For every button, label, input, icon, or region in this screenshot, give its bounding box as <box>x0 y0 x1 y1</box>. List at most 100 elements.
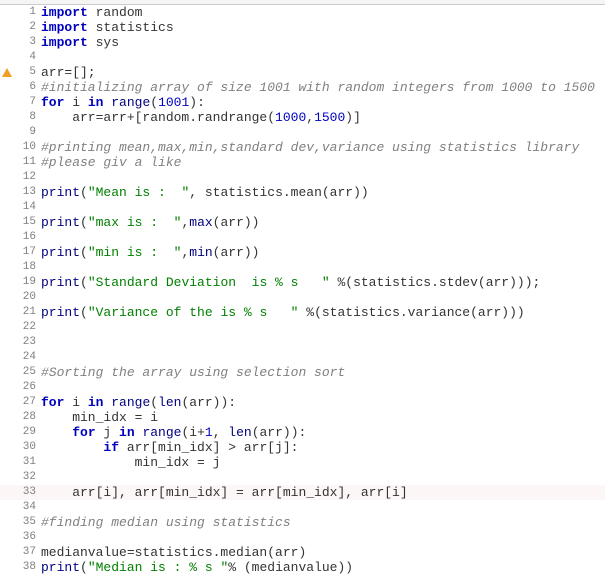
code-content[interactable]: arr=arr+[random.randrange(1000,1500)] <box>39 110 361 125</box>
code-line[interactable]: 33 arr[i], arr[min_idx] = arr[min_idx], … <box>0 485 605 500</box>
code-line[interactable]: 18 <box>0 260 605 275</box>
code-content[interactable] <box>39 350 41 365</box>
code-content[interactable]: for j in range(i+1, len(arr)): <box>39 425 306 440</box>
code-line[interactable]: 19print("Standard Deviation is % s " %(s… <box>0 275 605 290</box>
code-line[interactable]: 26 <box>0 380 605 395</box>
gutter-marker <box>0 350 14 365</box>
code-content[interactable]: print("Variance of the is % s " %(statis… <box>39 305 525 320</box>
code-line[interactable]: 15print("max is : ",max(arr)) <box>0 215 605 230</box>
line-number: 11 <box>14 155 39 170</box>
code-line[interactable]: 35#finding median using statistics <box>0 515 605 530</box>
gutter-marker <box>0 500 14 515</box>
code-line[interactable]: 5arr=[]; <box>0 65 605 80</box>
code-line[interactable]: 36 <box>0 530 605 545</box>
code-content[interactable]: print("Standard Deviation is % s " %(sta… <box>39 275 540 290</box>
code-line[interactable]: 25#Sorting the array using selection sor… <box>0 365 605 380</box>
code-content[interactable] <box>39 530 41 545</box>
code-content[interactable] <box>39 290 41 305</box>
gutter-marker <box>0 65 14 80</box>
line-number: 5 <box>14 65 39 80</box>
code-line[interactable]: 10#printing mean,max,min,standard dev,va… <box>0 140 605 155</box>
line-number: 28 <box>14 410 39 425</box>
code-line[interactable]: 2import statistics <box>0 20 605 35</box>
code-content[interactable]: print("Median is : % s "% (medianvalue)) <box>39 560 353 575</box>
code-content[interactable] <box>39 125 41 140</box>
line-number: 32 <box>14 470 39 485</box>
code-content[interactable]: if arr[min_idx] > arr[j]: <box>39 440 298 455</box>
gutter-marker <box>0 320 14 335</box>
code-content[interactable] <box>39 170 41 185</box>
code-line[interactable]: 30 if arr[min_idx] > arr[j]: <box>0 440 605 455</box>
gutter-marker <box>0 395 14 410</box>
code-line[interactable]: 27for i in range(len(arr)): <box>0 395 605 410</box>
line-number: 29 <box>14 425 39 440</box>
code-line[interactable]: 4 <box>0 50 605 65</box>
code-content[interactable] <box>39 230 41 245</box>
code-line[interactable]: 1import random <box>0 5 605 20</box>
code-line[interactable]: 28 min_idx = i <box>0 410 605 425</box>
gutter-marker <box>0 110 14 125</box>
line-number: 26 <box>14 380 39 395</box>
code-line[interactable]: 29 for j in range(i+1, len(arr)): <box>0 425 605 440</box>
code-editor[interactable]: 1import random2import statistics3import … <box>0 5 605 575</box>
code-content[interactable] <box>39 335 41 350</box>
code-line[interactable]: 37medianvalue=statistics.median(arr) <box>0 545 605 560</box>
line-number: 37 <box>14 545 39 560</box>
code-line[interactable]: 8 arr=arr+[random.randrange(1000,1500)] <box>0 110 605 125</box>
code-line[interactable]: 23 <box>0 335 605 350</box>
code-line[interactable]: 20 <box>0 290 605 305</box>
code-content[interactable]: for i in range(len(arr)): <box>39 395 236 410</box>
code-content[interactable]: print("min is : ",min(arr)) <box>39 245 259 260</box>
code-content[interactable]: #printing mean,max,min,standard dev,vari… <box>39 140 579 155</box>
code-line[interactable]: 7for i in range(1001): <box>0 95 605 110</box>
code-content[interactable]: import statistics <box>39 20 174 35</box>
code-content[interactable] <box>39 50 41 65</box>
line-number: 33 <box>14 485 39 500</box>
code-line[interactable]: 9 <box>0 125 605 140</box>
code-content[interactable]: #Sorting the array using selection sort <box>39 365 345 380</box>
code-content[interactable] <box>39 320 41 335</box>
code-content[interactable] <box>39 260 41 275</box>
line-number: 18 <box>14 260 39 275</box>
gutter-marker <box>0 170 14 185</box>
code-line[interactable]: 17print("min is : ",min(arr)) <box>0 245 605 260</box>
code-line[interactable]: 34 <box>0 500 605 515</box>
line-number: 3 <box>14 35 39 50</box>
code-content[interactable] <box>39 500 41 515</box>
code-line[interactable]: 13print("Mean is : ", statistics.mean(ar… <box>0 185 605 200</box>
code-content[interactable]: for i in range(1001): <box>39 95 205 110</box>
code-content[interactable] <box>39 200 41 215</box>
code-content[interactable]: arr=[]; <box>39 65 96 80</box>
code-content[interactable]: medianvalue=statistics.median(arr) <box>39 545 306 560</box>
code-content[interactable]: #initializing array of size 1001 with ra… <box>39 80 595 95</box>
code-line[interactable]: 16 <box>0 230 605 245</box>
code-content[interactable] <box>39 380 41 395</box>
gutter-marker <box>0 95 14 110</box>
gutter-marker <box>0 20 14 35</box>
code-line[interactable]: 31 min_idx = j <box>0 455 605 470</box>
gutter-marker <box>0 245 14 260</box>
code-line[interactable]: 22 <box>0 320 605 335</box>
line-number: 25 <box>14 365 39 380</box>
code-content[interactable]: import random <box>39 5 142 20</box>
gutter-marker <box>0 80 14 95</box>
code-line[interactable]: 12 <box>0 170 605 185</box>
code-line[interactable]: 14 <box>0 200 605 215</box>
code-content[interactable]: min_idx = i <box>39 410 158 425</box>
code-content[interactable] <box>39 470 41 485</box>
code-content[interactable]: #please giv a like <box>39 155 181 170</box>
code-content[interactable]: arr[i], arr[min_idx] = arr[min_idx], arr… <box>39 485 408 500</box>
code-content[interactable]: #finding median using statistics <box>39 515 291 530</box>
code-line[interactable]: 32 <box>0 470 605 485</box>
code-line[interactable]: 3import sys <box>0 35 605 50</box>
code-content[interactable]: min_idx = j <box>39 455 220 470</box>
code-line[interactable]: 6#initializing array of size 1001 with r… <box>0 80 605 95</box>
code-line[interactable]: 24 <box>0 350 605 365</box>
code-content[interactable]: print("max is : ",max(arr)) <box>39 215 259 230</box>
code-line[interactable]: 21print("Variance of the is % s " %(stat… <box>0 305 605 320</box>
code-line[interactable]: 11#please giv a like <box>0 155 605 170</box>
gutter-marker <box>0 260 14 275</box>
code-content[interactable]: print("Mean is : ", statistics.mean(arr)… <box>39 185 369 200</box>
code-line[interactable]: 38print("Median is : % s "% (medianvalue… <box>0 560 605 575</box>
code-content[interactable]: import sys <box>39 35 119 50</box>
